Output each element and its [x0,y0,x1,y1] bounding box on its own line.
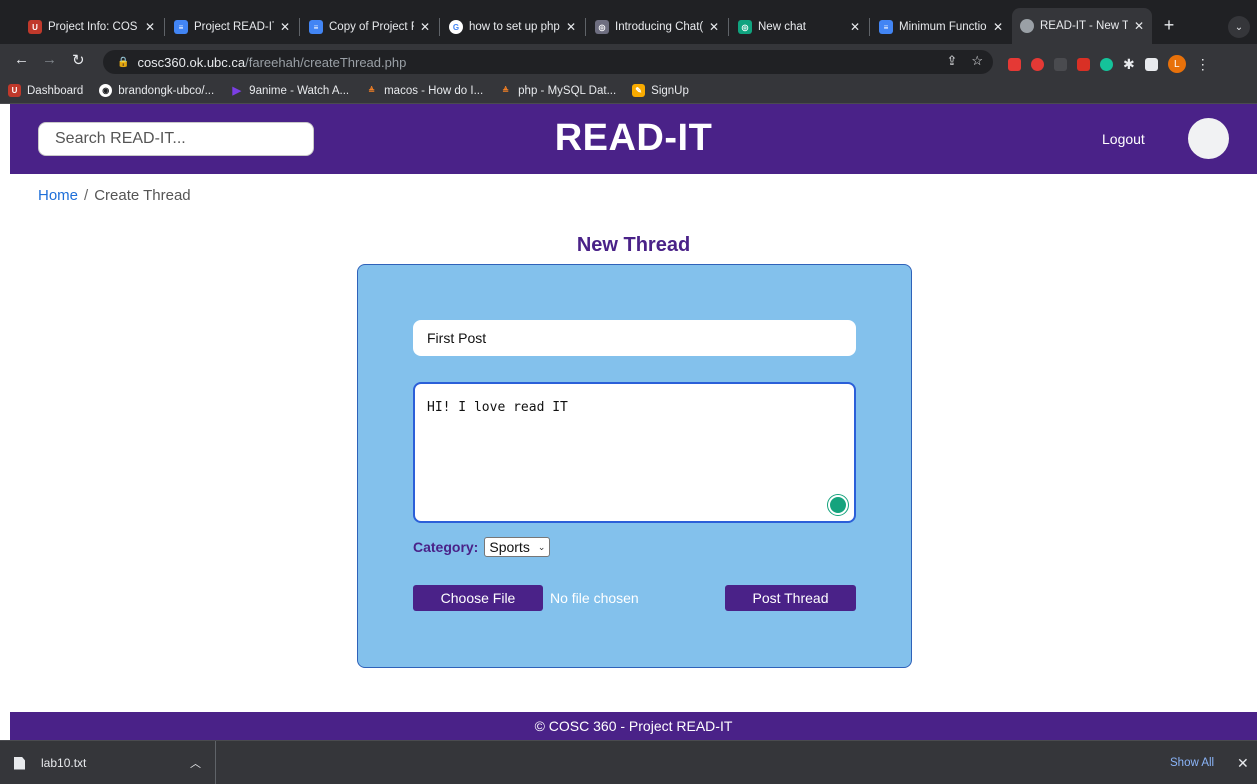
forward-icon[interactable]: → [42,51,57,68]
side-panel-icon[interactable] [1144,57,1158,71]
browser-tab[interactable]: ◎ Introducing Chat( ✕ [587,12,727,42]
address-bar[interactable]: 🔒 cosc360.ok.ubc.ca/fareehah/createThrea… [103,50,993,74]
chevron-down-icon: ⌄ [537,541,546,552]
new-thread-form: HI! I love read IT Category: Sports ⌄ Ch… [357,264,912,668]
globe-icon [1020,19,1034,33]
breadcrumb-current: Create Thread [94,187,191,204]
breadcrumb: Home / Create Thread [38,187,191,204]
download-filename: lab10.txt [41,756,87,770]
file-icon [14,756,25,770]
url-path: /fareehah/createThread.php [245,54,407,70]
docs-icon: ≡ [879,20,893,34]
close-icon[interactable]: ✕ [1134,19,1144,33]
bookmarks-bar: U Dashboard ◉ brandongk-ubco/... ▶ 9anim… [0,78,1257,104]
bookmark-item[interactable]: ◉ brandongk-ubco/... [99,84,214,97]
browser-tab[interactable]: ◎ New chat ✕ [730,12,868,42]
site-header: READ-IT Logout [10,104,1257,174]
browser-tab[interactable]: U Project Info: COS ✕ [20,12,163,42]
docs-icon: ≡ [309,20,323,34]
category-selected-value: Sports [489,539,530,555]
close-icon[interactable]: ✕ [420,20,430,34]
bookmark-item[interactable]: ≜ macos - How do I... [365,84,483,97]
back-icon[interactable]: ← [14,51,29,68]
download-item[interactable]: lab10.txt ︿ [0,741,216,784]
play-icon: ▶ [232,85,241,97]
browser-tab-active[interactable]: READ-IT - New T ✕ [1012,8,1152,44]
extension-icon[interactable] [1077,57,1090,71]
stackoverflow-icon: ≜ [502,86,509,95]
tab-search-icon[interactable]: ⌄ [1228,16,1250,38]
reload-icon[interactable]: ↻ [72,51,85,69]
ubc-icon: U [8,84,21,97]
site-logo[interactable]: READ-IT [10,117,1257,160]
share-icon[interactable]: ⇪ [946,53,957,69]
google-icon: G [449,20,463,34]
more-menu-icon[interactable]: ⋮ [1196,56,1210,73]
chatgpt-icon: ◎ [738,20,752,34]
close-icon[interactable]: ✕ [1237,755,1249,772]
signup-icon: ✎ [632,84,646,97]
file-status-text: No file chosen [550,590,639,606]
bookmark-item[interactable]: ≜ php - MySQL Dat... [499,84,616,97]
browser-toolbar: ← → ↻ 🔒 cosc360.ok.ubc.ca/fareehah/creat… [0,44,1257,78]
breadcrumb-separator: / [84,187,89,204]
bookmark-item[interactable]: ✎ SignUp [632,84,689,97]
close-icon[interactable]: ✕ [850,20,860,34]
browser-tab[interactable]: ≡ Project READ-IT ✕ [166,12,298,42]
close-icon[interactable]: ✕ [145,20,155,34]
openai-icon: ◎ [595,20,609,34]
logout-link[interactable]: Logout [1102,131,1145,147]
grammarly-icon[interactable] [828,495,848,515]
extension-icon[interactable] [1054,57,1067,71]
close-icon[interactable]: ✕ [709,20,719,34]
browser-tab[interactable]: ≡ Copy of Project R ✕ [301,12,438,42]
adblock-icon[interactable] [1031,57,1044,71]
lock-icon: 🔒 [117,56,130,68]
puzzle-icon[interactable]: ✱ [1123,56,1135,73]
browser-tab[interactable]: G how to set up php ✕ [441,12,584,42]
bookmark-item[interactable]: ▶ 9anime - Watch A... [230,84,349,98]
ubc-icon: U [28,20,42,34]
close-icon[interactable]: ✕ [566,20,576,34]
url-host: cosc360.ok.ubc.ca [137,54,246,70]
github-icon: ◉ [99,84,113,97]
chevron-up-icon[interactable]: ︿ [190,755,201,771]
stackoverflow-icon: ≜ [368,86,375,95]
choose-file-button[interactable]: Choose File [413,585,543,611]
thread-body-textarea[interactable]: HI! I love read IT [413,382,856,523]
bookmark-star-icon[interactable]: ☆ [971,53,983,69]
bookmark-item[interactable]: U Dashboard [8,84,83,97]
site-footer: © COSC 360 - Project READ-IT [10,712,1257,740]
avatar[interactable] [1188,118,1229,159]
post-thread-button[interactable]: Post Thread [725,585,856,611]
new-tab-button[interactable]: + [1158,14,1180,36]
grammarly-icon[interactable] [1100,57,1113,71]
close-icon[interactable]: ✕ [280,20,290,34]
category-select[interactable]: Sports ⌄ [484,537,551,557]
show-all-downloads-link[interactable]: Show All [1170,757,1214,769]
docs-icon: ≡ [174,20,188,34]
browser-tab-strip: U Project Info: COS ✕ ≡ Project READ-IT … [0,0,1257,44]
category-label: Category: [413,539,479,555]
close-icon[interactable]: ✕ [993,20,1003,34]
breadcrumb-home-link[interactable]: Home [38,187,78,204]
profile-avatar[interactable]: L [1167,55,1186,73]
thread-title-input[interactable] [413,320,856,356]
extension-icon[interactable] [1008,57,1021,71]
category-row: Category: Sports ⌄ [413,537,551,557]
page-title: New Thread [576,234,691,256]
browser-tab[interactable]: ≡ Minimum Functio ✕ [871,12,1011,42]
download-bar: lab10.txt ︿ Show All ✕ [0,740,1257,784]
